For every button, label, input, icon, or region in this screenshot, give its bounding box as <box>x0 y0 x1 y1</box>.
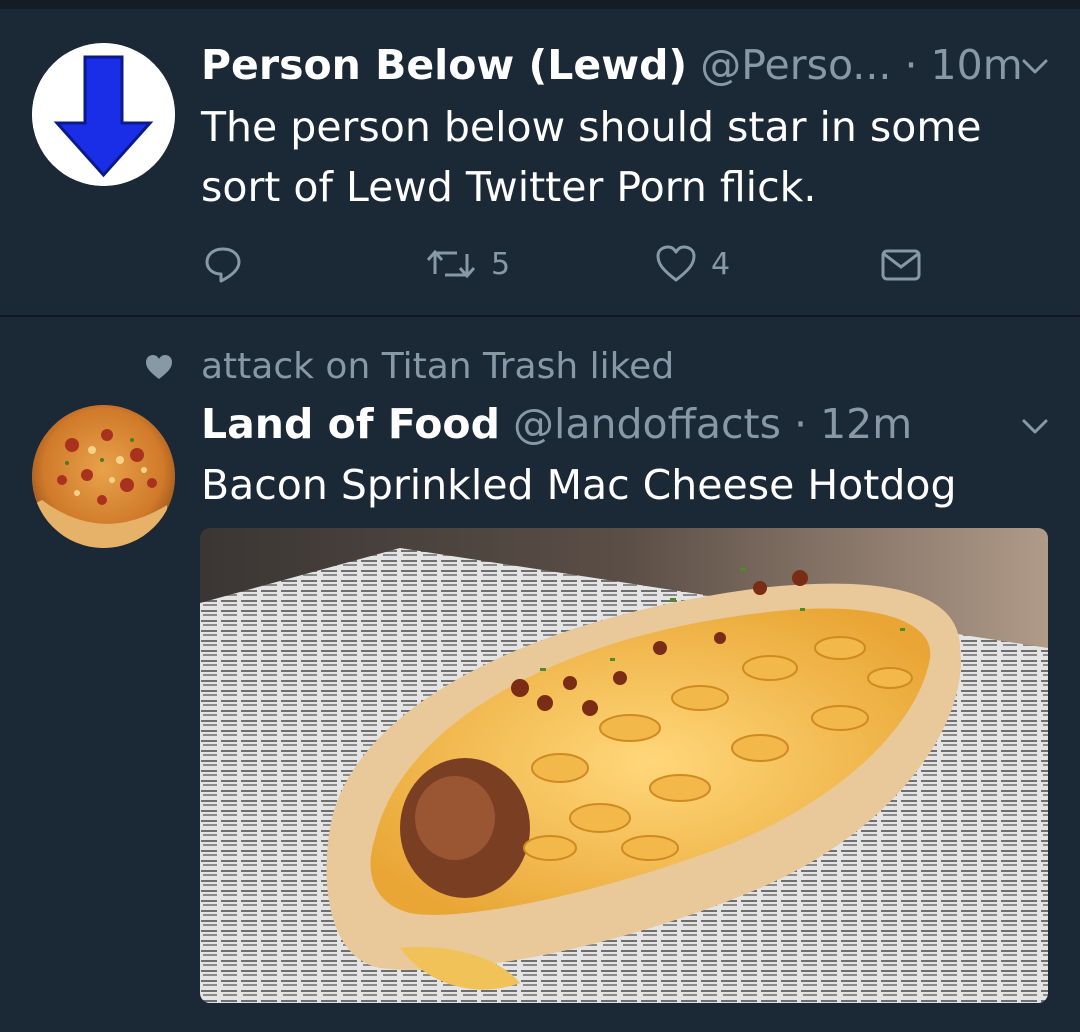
retweet-icon <box>426 249 476 279</box>
pizza-photo <box>32 405 175 548</box>
tweet-header: Person Below (Lewd) @Perso... · 10m <box>201 40 1023 90</box>
display-name[interactable]: Land of Food <box>201 400 500 448</box>
retweet-count: 5 <box>491 246 511 282</box>
top-border <box>0 0 1080 9</box>
avatar[interactable] <box>32 43 175 186</box>
tweet-text: Bacon Sprinkled Mac Cheese Hotdog <box>201 461 957 509</box>
reply-icon <box>205 247 241 283</box>
like-button[interactable]: 4 <box>655 239 730 289</box>
timestamp[interactable]: 10m <box>931 41 1023 89</box>
tweet[interactable]: attack on Titan Trash liked Land of Food… <box>0 317 1080 1032</box>
handle[interactable]: @landoffacts <box>513 400 781 448</box>
tweet-actions: 5 4 <box>0 239 1080 289</box>
display-name[interactable]: Person Below (Lewd) <box>201 41 687 89</box>
avatar[interactable] <box>32 405 175 548</box>
social-context: attack on Titan Trash liked <box>0 342 1080 392</box>
social-context-text[interactable]: attack on Titan Trash liked <box>201 342 674 392</box>
down-arrow-icon <box>32 43 175 186</box>
envelope-icon <box>881 249 921 281</box>
tweet[interactable]: Person Below (Lewd) @Perso... · 10m The … <box>0 9 1080 315</box>
direct-message-button[interactable] <box>880 239 922 289</box>
like-count: 4 <box>711 246 731 282</box>
tweet-text: The person below should star in some sor… <box>201 103 982 211</box>
heart-icon <box>146 355 172 379</box>
tweet-header: Land of Food @landoffacts · 12m <box>201 399 912 449</box>
tweet-media-image[interactable] <box>200 528 1048 1003</box>
reply-button[interactable] <box>203 239 257 289</box>
separator-dot: · <box>904 41 918 89</box>
chevron-down-icon[interactable] <box>1020 417 1050 437</box>
chevron-down-icon[interactable] <box>1020 57 1050 77</box>
handle[interactable]: @Perso... <box>700 41 891 89</box>
retweet-button[interactable]: 5 <box>425 239 510 289</box>
heart-icon <box>656 245 696 282</box>
mac-and-cheese-hotdog-photo <box>200 528 1048 1003</box>
timestamp[interactable]: 12m <box>820 400 912 448</box>
separator-dot: · <box>793 400 808 448</box>
